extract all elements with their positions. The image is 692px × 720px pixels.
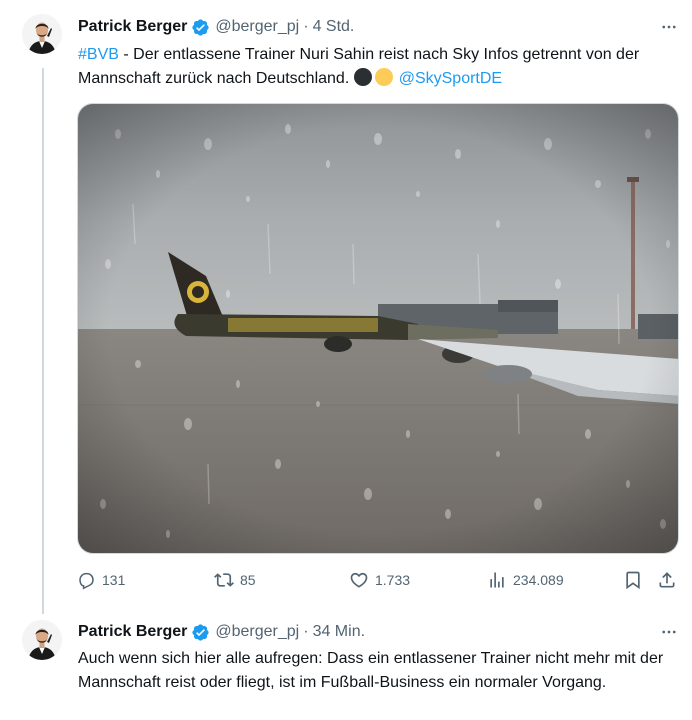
avatar[interactable]: [22, 620, 62, 660]
tweet-text: #BVB - Der entlassene Trainer Nuri Sahin…: [78, 43, 682, 91]
views-count: 234.089: [513, 572, 564, 588]
author-name[interactable]: Patrick Berger: [78, 18, 187, 36]
verified-badge-icon: [191, 623, 210, 642]
author-name[interactable]: Patrick Berger: [78, 623, 187, 641]
avatar-photo-icon: [22, 620, 62, 660]
yellow-circle-emoji-icon: [374, 68, 393, 86]
reply-count: 131: [102, 572, 126, 588]
tweet-thread: Patrick Berger @berger_pj · 4 Std. #BVB …: [0, 0, 692, 720]
black-circle-emoji-icon: [353, 68, 372, 86]
header-separator: ·: [303, 18, 309, 35]
tweet-timestamp[interactable]: 34 Min.: [313, 623, 365, 641]
header-separator: ·: [303, 623, 309, 640]
tweet-text: Auch wenn sich hier alle aufregen: Dass …: [78, 650, 664, 691]
share-button[interactable]: [657, 568, 683, 592]
reply-icon: [79, 572, 94, 589]
bookmark-button[interactable]: [623, 568, 649, 592]
like-count: 1.733: [375, 572, 411, 588]
views-chart-icon: [490, 572, 504, 588]
share-icon: [659, 572, 675, 588]
thread-connector-line: [42, 68, 44, 614]
repost-count: 85: [240, 572, 256, 588]
tweet-header: Patrick Berger @berger_pj · 34 Min.: [78, 621, 365, 643]
more-options-icon[interactable]: [658, 16, 680, 38]
hashtag-link[interactable]: #BVB: [78, 46, 119, 63]
tweet-media-photo[interactable]: [77, 103, 679, 554]
avatar-photo-icon: [22, 14, 62, 54]
views-button[interactable]: 234.089: [487, 568, 564, 592]
tweet-actions-bar: 131 85 1.733 234.089: [77, 568, 681, 592]
author-handle[interactable]: @berger_pj: [215, 18, 299, 36]
bookmark-icon: [626, 571, 640, 590]
author-handle[interactable]: @berger_pj: [215, 623, 299, 641]
tweet-header: Patrick Berger @berger_pj · 4 Std.: [78, 16, 354, 38]
more-options-icon[interactable]: [658, 621, 680, 643]
reply-button[interactable]: 131: [77, 568, 125, 592]
avatar[interactable]: [22, 14, 62, 54]
heart-icon: [350, 572, 368, 588]
tweet-timestamp[interactable]: 4 Std.: [313, 18, 355, 36]
mention-link[interactable]: @SkySportDE: [399, 70, 502, 87]
verified-badge-icon: [191, 18, 210, 37]
repost-icon: [214, 573, 234, 587]
repost-button[interactable]: 85: [214, 568, 256, 592]
like-button[interactable]: 1.733: [349, 568, 410, 592]
airplane-rainy-window-photo-icon: [78, 104, 678, 553]
